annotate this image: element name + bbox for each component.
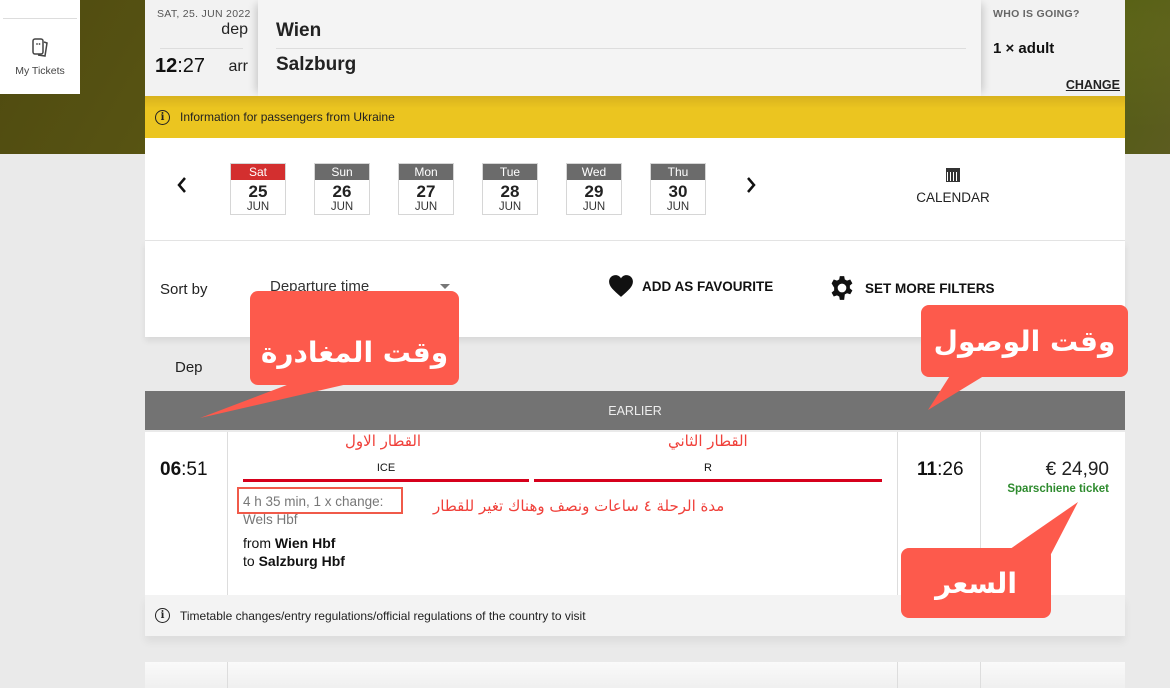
more-filters-label: SET MORE FILTERS xyxy=(865,280,995,296)
date-tile-day: 27 xyxy=(416,182,436,201)
next-dates-button[interactable] xyxy=(745,174,757,200)
train-name: ICE xyxy=(376,462,396,474)
departure-time: 06:51 xyxy=(160,459,208,480)
info-banner-text: Information for passengers from Ukraine xyxy=(180,110,395,124)
date-tile-month: JUN xyxy=(666,201,690,213)
train-segment: R xyxy=(534,462,882,482)
to-field[interactable]: Salzburg xyxy=(276,54,356,76)
more-filters-button[interactable]: SET MORE FILTERS xyxy=(829,275,995,301)
heart-icon xyxy=(609,275,633,297)
prev-dates-button[interactable] xyxy=(176,174,188,200)
date-tile[interactable]: Mon 27 JUN xyxy=(398,163,454,215)
date-tile-day: 26 xyxy=(332,182,352,201)
date-tile-month: JUN xyxy=(330,201,354,213)
duration-highlight-box xyxy=(237,487,403,514)
date-tile-weekday: Thu xyxy=(651,164,705,180)
chevron-right-icon xyxy=(747,177,756,193)
divider xyxy=(897,432,898,595)
calendar-button[interactable]: CALENDAR xyxy=(905,168,1001,205)
sort-label: Sort by xyxy=(160,281,208,298)
divider xyxy=(897,662,898,688)
timetable-notice-text: Timetable changes/entry regulations/offi… xyxy=(180,608,586,623)
ukraine-info-banner[interactable]: i Information for passengers from Ukrain… xyxy=(145,96,1125,138)
passengers-label: WHO IS GOING? xyxy=(993,8,1080,20)
date-tile-weekday: Sat xyxy=(231,164,285,180)
date-tile-month: JUN xyxy=(246,201,270,213)
dep-toggle[interactable]: dep xyxy=(221,21,248,39)
divider xyxy=(980,662,981,688)
second-train-annotation: القطار الثاني xyxy=(668,432,748,450)
date-tile-month: JUN xyxy=(498,201,522,213)
my-tickets-label: My Tickets xyxy=(15,65,65,77)
caret-down-icon xyxy=(440,284,450,289)
train-segment: ICE xyxy=(243,462,529,482)
divider xyxy=(227,432,228,595)
fare-type: Sparschiene ticket xyxy=(1007,483,1109,495)
date-tile[interactable]: Tue 28 JUN xyxy=(482,163,538,215)
date-selector: Sat 25 JUN Sun 26 JUN Mon 27 JUN Tue 28 … xyxy=(145,138,1125,241)
price-annotation: السعر xyxy=(901,548,1051,618)
date-tile-weekday: Sun xyxy=(315,164,369,180)
travel-time: 12:27 xyxy=(155,55,206,77)
segment-bar xyxy=(243,479,529,482)
train-name: R xyxy=(704,462,712,474)
info-icon: i xyxy=(155,109,170,125)
divider xyxy=(3,18,77,19)
date-tile[interactable]: Sat 25 JUN xyxy=(230,163,286,215)
calendar-label: CALENDAR xyxy=(916,190,990,205)
info-icon: i xyxy=(155,608,170,623)
price: € 24,90 xyxy=(1045,459,1109,480)
from-field[interactable]: Wien xyxy=(276,20,321,42)
date-tile-day: 28 xyxy=(500,182,520,201)
search-summary: SAT, 25. JUN 2022 dep 12:27 arr Wien Sal… xyxy=(145,0,1125,96)
duration-annotation: مدة الرحلة ٤ ساعات ونصف وهناك تغير للقطا… xyxy=(433,497,725,515)
date-tile-month: JUN xyxy=(414,201,438,213)
first-train-annotation: القطار الاول xyxy=(345,432,422,450)
travel-date: SAT, 25. JUN 2022 xyxy=(157,8,251,20)
connection-row[interactable] xyxy=(145,662,1125,688)
to-station: Salzburg Hbf xyxy=(258,553,345,569)
calendar-icon xyxy=(946,168,960,182)
tickets-icon xyxy=(32,38,48,57)
chevron-left-icon xyxy=(177,177,186,193)
date-tile-day: 29 xyxy=(584,182,604,201)
route-fields: Wien Salzburg xyxy=(258,0,981,96)
segment-bar xyxy=(534,479,882,482)
add-favourite-button[interactable]: ADD AS FAVOURITE xyxy=(608,274,773,298)
arr-toggle[interactable]: arr xyxy=(228,58,248,76)
page-background xyxy=(1125,154,1170,688)
date-tile[interactable]: Thu 30 JUN xyxy=(650,163,706,215)
datetime-selector[interactable]: SAT, 25. JUN 2022 dep 12:27 arr xyxy=(145,0,258,96)
date-tile-weekday: Mon xyxy=(399,164,453,180)
from-station: Wien Hbf xyxy=(274,535,336,551)
passengers-value: 1 × adult xyxy=(993,40,1055,57)
gear-icon xyxy=(831,276,853,300)
divider xyxy=(160,48,243,49)
date-tile-weekday: Tue xyxy=(483,164,537,180)
departure-time-annotation: وقت المغادرة xyxy=(250,291,459,385)
passengers-panel: WHO IS GOING? 1 × adult CHANGE xyxy=(981,0,1125,96)
date-tile-day: 25 xyxy=(248,182,268,201)
change-passengers-link[interactable]: CHANGE xyxy=(1066,78,1120,92)
earlier-button[interactable]: EARLIER xyxy=(145,391,1125,430)
add-favourite-label: ADD AS FAVOURITE xyxy=(642,278,774,294)
my-tickets-button[interactable]: My Tickets xyxy=(0,0,80,94)
divider xyxy=(276,48,966,49)
stations-info: from Wien Hbf to Salzburg Hbf xyxy=(243,535,345,569)
date-tile[interactable]: Sun 26 JUN xyxy=(314,163,370,215)
arrival-time-annotation: وقت الوصول xyxy=(921,305,1128,377)
divider xyxy=(227,662,228,688)
date-tile-day: 30 xyxy=(668,182,688,201)
date-tile[interactable]: Wed 29 JUN xyxy=(566,163,622,215)
date-tile-month: JUN xyxy=(582,201,606,213)
dep-column-header: Dep xyxy=(175,359,203,376)
earlier-label: EARLIER xyxy=(608,403,662,418)
arrival-time: 11:26 xyxy=(917,459,964,480)
date-tile-weekday: Wed xyxy=(567,164,621,180)
